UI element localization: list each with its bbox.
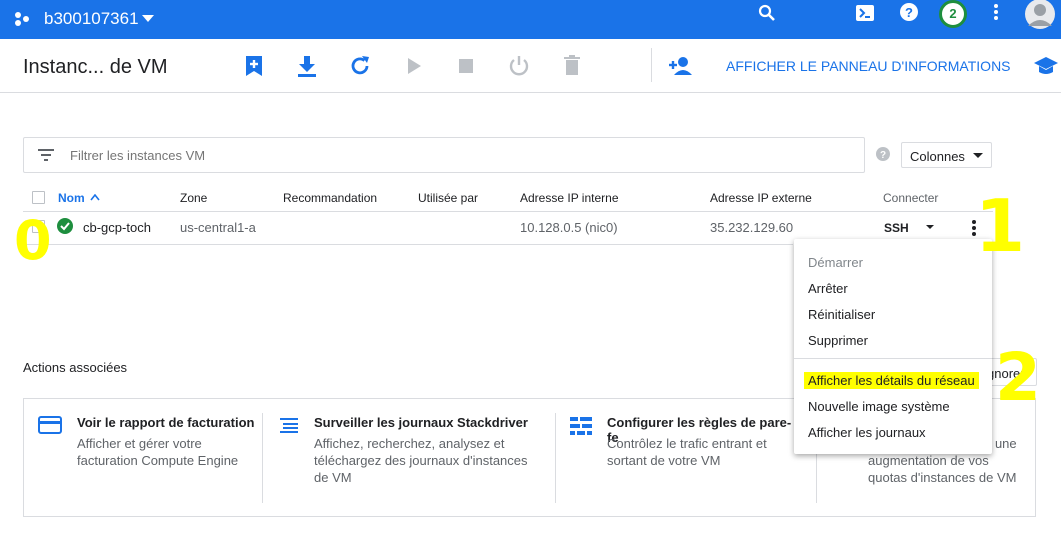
menu-item-reset[interactable]: Réinitialiser bbox=[808, 307, 875, 322]
top-bar: b300107361 ? 2 bbox=[0, 0, 1061, 39]
card-logs[interactable]: Surveiller les journaux Stackdriver Affi… bbox=[276, 410, 556, 500]
card-logs-desc: Affichez, recherchez, analysez et bbox=[314, 436, 505, 451]
annotation-zero: 0 bbox=[14, 209, 52, 272]
select-all-checkbox[interactable] bbox=[32, 191, 45, 204]
search-icon[interactable] bbox=[758, 4, 776, 22]
svg-text:?: ? bbox=[905, 5, 913, 20]
table-row-divider bbox=[23, 244, 793, 245]
menu-divider bbox=[794, 358, 992, 359]
credit-card-icon bbox=[38, 416, 62, 434]
card-logs-desc: de VM bbox=[314, 470, 352, 485]
card-firewall-desc: Contrôlez le trafic entrant et bbox=[607, 436, 767, 451]
project-icon bbox=[14, 11, 30, 27]
ssh-dropdown-icon[interactable] bbox=[926, 225, 934, 230]
toolbar-divider bbox=[651, 48, 652, 82]
chevron-down-icon[interactable] bbox=[142, 15, 154, 23]
menu-item-show-logs[interactable]: Afficher les journaux bbox=[808, 425, 926, 440]
instance-ip-interne: 10.128.0.5 (nic0) bbox=[520, 220, 618, 235]
card-billing-desc: facturation Compute Engine bbox=[77, 453, 239, 468]
create-instance-icon[interactable] bbox=[243, 54, 267, 78]
add-member-icon[interactable] bbox=[666, 54, 694, 78]
columns-button[interactable]: Colonnes bbox=[901, 142, 992, 168]
instance-name-link[interactable]: cb-gcp-toch bbox=[83, 220, 151, 235]
header-divider bbox=[0, 92, 1061, 93]
columns-label: Colonnes bbox=[910, 149, 965, 164]
firewall-icon bbox=[570, 417, 592, 435]
card-firewall[interactable]: Configurer les règles de pare-fe Contrôl… bbox=[569, 410, 794, 500]
instance-context-menu: Démarrer Arrêter Réinitialiser Supprimer… bbox=[794, 239, 992, 454]
menu-item-start[interactable]: Démarrer bbox=[808, 255, 863, 270]
menu-item-machine-image[interactable]: Nouvelle image système bbox=[808, 399, 950, 414]
card-quotas-desc: quotas d'instances de VM bbox=[868, 470, 1017, 485]
svg-text:?: ? bbox=[880, 150, 886, 161]
ssh-button[interactable]: SSH bbox=[884, 221, 909, 235]
help-circle-icon[interactable]: ? bbox=[876, 147, 890, 161]
filter-list-icon bbox=[38, 149, 54, 161]
logs-icon bbox=[280, 418, 298, 434]
refresh-icon[interactable] bbox=[349, 54, 373, 78]
card-firewall-desc: sortant de votre VM bbox=[607, 453, 721, 468]
col-header-ip-interne: Adresse IP interne bbox=[520, 191, 619, 205]
page-title: Instanc... de VM bbox=[23, 56, 168, 78]
related-actions-title: Actions associées bbox=[23, 360, 128, 375]
annotation-one: 1 bbox=[975, 184, 1026, 268]
annotation-two: 2 bbox=[995, 339, 1041, 416]
start-icon[interactable] bbox=[404, 54, 428, 78]
avatar[interactable] bbox=[1024, 0, 1056, 30]
dropdown-arrow-icon bbox=[973, 153, 983, 159]
menu-item-delete[interactable]: Supprimer bbox=[808, 333, 868, 348]
col-header-nom[interactable]: Nom bbox=[58, 191, 85, 205]
project-name[interactable]: b300107361 bbox=[44, 9, 139, 29]
card-quotas-desc: augmentation de vos bbox=[868, 453, 989, 468]
learn-icon[interactable] bbox=[1033, 54, 1058, 78]
sort-asc-icon[interactable] bbox=[90, 194, 100, 201]
help-icon[interactable]: ? bbox=[900, 3, 918, 21]
col-header-ip-externe: Adresse IP externe bbox=[710, 191, 812, 205]
col-header-recommandation: Recommandation bbox=[283, 191, 378, 205]
card-billing[interactable]: Voir le rapport de facturation Afficher … bbox=[38, 410, 263, 500]
stop-icon[interactable] bbox=[456, 54, 480, 78]
filter-input[interactable] bbox=[70, 146, 830, 164]
status-ok-icon bbox=[57, 218, 73, 234]
card-logs-desc: téléchargez des journaux d'instances bbox=[314, 453, 528, 468]
col-header-zone: Zone bbox=[180, 191, 208, 205]
cloud-shell-icon[interactable] bbox=[856, 4, 874, 22]
col-header-connecter: Connecter bbox=[883, 191, 939, 205]
show-info-panel-button[interactable]: AFFICHER LE PANNEAU D'INFORMATIONS bbox=[726, 58, 1011, 74]
menu-item-stop[interactable]: Arrêter bbox=[808, 281, 848, 296]
more-vert-icon[interactable] bbox=[993, 3, 999, 21]
filter-box[interactable] bbox=[23, 137, 865, 173]
reset-icon[interactable] bbox=[508, 54, 532, 78]
import-icon[interactable] bbox=[296, 54, 320, 78]
instance-ip-externe: 35.232.129.60 bbox=[710, 220, 794, 235]
menu-item-network-details[interactable]: Afficher les détails du réseau bbox=[808, 373, 975, 388]
col-header-utilisee-par: Utilisée par bbox=[418, 191, 479, 205]
notifications-badge[interactable]: 2 bbox=[939, 0, 967, 28]
card-logs-title: Surveiller les journaux Stackdriver bbox=[314, 415, 528, 430]
card-billing-desc: Afficher et gérer votre bbox=[77, 436, 202, 451]
delete-icon[interactable] bbox=[561, 54, 585, 78]
notifications-count: 2 bbox=[949, 6, 957, 21]
instance-zone: us-central1-a bbox=[180, 220, 256, 235]
card-billing-title: Voir le rapport de facturation bbox=[77, 415, 255, 430]
